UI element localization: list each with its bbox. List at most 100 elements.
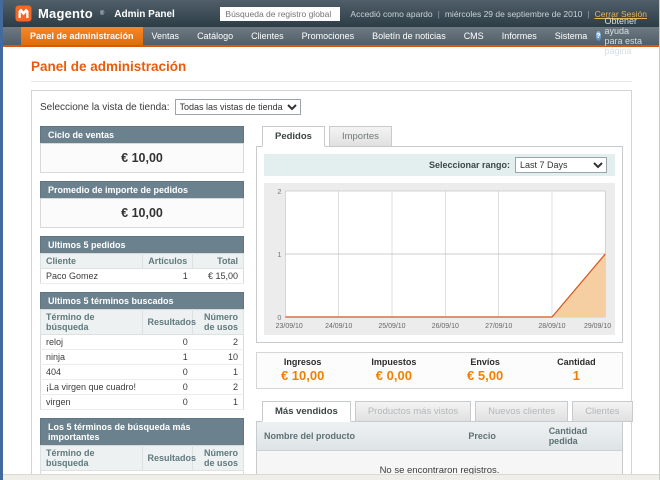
grid-empty-row: No se encontraron registros.	[257, 451, 622, 480]
table-row: reloj02	[41, 335, 244, 350]
main-nav-items: Panel de administraciónVentasCatálogoCli…	[21, 27, 596, 45]
table-cell: reloj	[41, 335, 143, 350]
column-header: Resultados	[142, 310, 193, 335]
average-order-block: Promedio de importe de pedidos € 10,00	[40, 181, 244, 228]
grid-empty-message: No se encontraron registros.	[257, 451, 622, 480]
svg-text:1: 1	[277, 250, 281, 259]
nav-item-boletin-de-noticias[interactable]: Boletín de noticias	[363, 27, 455, 45]
separator: |	[587, 9, 589, 19]
column-header: Artículos	[142, 254, 193, 269]
header-user-info: Accedió como apardo | miércoles 29 de se…	[350, 9, 647, 19]
grid-column-header: Cantidad pedida	[542, 422, 622, 451]
block-title: Promedio de importe de pedidos	[40, 181, 244, 198]
table-header-row: Término de búsquedaResultadosNúmero de u…	[41, 446, 244, 471]
store-view-select[interactable]: Todas las vistas de tienda	[175, 99, 301, 115]
table-cell: ¡La virgen que cuadro!	[41, 380, 143, 395]
table-cell: 0	[142, 335, 193, 350]
svg-text:25/09/10: 25/09/10	[378, 322, 405, 330]
total-label: Ingresos	[257, 357, 348, 367]
table-cell: 1	[142, 471, 193, 480]
tab-pedidos[interactable]: Pedidos	[262, 126, 325, 147]
sales-cycle-value: € 10,00	[40, 143, 244, 173]
svg-text:28/09/10: 28/09/10	[538, 322, 565, 330]
total-label: Envíos	[440, 357, 531, 367]
dashboard-main: PedidosImportes Seleccionar rango: Last …	[256, 126, 623, 480]
store-view-label: Seleccione la vista de tienda:	[40, 102, 170, 113]
nav-item-cms[interactable]: CMS	[455, 27, 493, 45]
header-date: miércoles 29 de septiembre de 2010	[445, 9, 583, 19]
table-cell: 1	[193, 365, 244, 380]
table-cell: 2	[193, 380, 244, 395]
separator: |	[438, 9, 440, 19]
dashboard-container: Seleccione la vista de tienda: Todas las…	[31, 90, 632, 480]
help-link[interactable]: ? Obtener ayuda para esta página	[596, 27, 659, 45]
column-header: Número de usos	[193, 446, 244, 471]
range-select[interactable]: Last 7 Days	[515, 157, 607, 173]
dashboard-chart: 01223/09/1024/09/1025/09/1026/09/1027/09…	[264, 183, 615, 335]
table-row: ¡La virgen que cuadro!02	[41, 380, 244, 395]
grid-column-header: Nombre del producto	[257, 422, 461, 451]
total-shipping: Envíos € 5,00	[440, 357, 531, 383]
tab-mas-vendidos[interactable]: Más vendidos	[262, 401, 351, 422]
last-orders-block: Ultimos 5 pedidos ClienteArtículosTotalP…	[40, 236, 244, 284]
grid-header-row: Nombre del productoPrecioCantidad pedida	[257, 422, 622, 451]
dashboard-sidebar: Ciclo de ventas € 10,00 Promedio de impo…	[40, 126, 244, 480]
total-quantity: Cantidad 1	[531, 357, 622, 383]
tab-productos-mas-vistos[interactable]: Productos más vistos	[355, 401, 471, 422]
svg-text:0: 0	[277, 313, 281, 322]
range-label: Seleccionar rango:	[429, 160, 510, 170]
column-header: Término de búsqueda	[41, 310, 143, 335]
range-bar: Seleccionar rango: Last 7 Days	[264, 154, 615, 176]
nav-item-promociones[interactable]: Promociones	[293, 27, 364, 45]
page-title: Panel de administración	[31, 59, 632, 82]
tab-importes[interactable]: Importes	[329, 126, 392, 147]
total-label: Cantidad	[531, 357, 622, 367]
dashboard-body: Ciclo de ventas € 10,00 Promedio de impo…	[32, 120, 631, 480]
table-cell: 1	[193, 395, 244, 410]
tab-nuevos-clientes[interactable]: Nuevos clientes	[475, 401, 568, 422]
tab-clientes[interactable]: Clientes	[572, 401, 632, 422]
nav-item-clientes[interactable]: Clientes	[242, 27, 293, 45]
svg-text:27/09/10: 27/09/10	[485, 322, 512, 330]
last-search-terms-table: Término de búsquedaResultadosNúmero de u…	[40, 309, 244, 410]
nav-item-catalogo[interactable]: Catálogo	[188, 27, 242, 45]
column-header: Cliente	[41, 254, 143, 269]
page-content: Panel de administración Seleccione la vi…	[3, 47, 659, 480]
total-value: 1	[531, 368, 622, 383]
global-search-input[interactable]	[220, 7, 340, 21]
table-cell: Paco Gomez	[41, 269, 143, 284]
svg-text:23/09/10: 23/09/10	[276, 322, 303, 330]
total-value: € 0,00	[348, 368, 439, 383]
brand: Magento® Admin Panel	[15, 5, 175, 22]
table-cell: ninja	[41, 350, 143, 365]
table-cell: 404	[41, 365, 143, 380]
nav-item-informes[interactable]: Informes	[493, 27, 546, 45]
table-cell: 10	[193, 471, 244, 480]
average-order-value: € 10,00	[40, 198, 244, 228]
nav-item-ventas[interactable]: Ventas	[143, 27, 189, 45]
nav-item-sistema[interactable]: Sistema	[546, 27, 597, 45]
table-cell: 0	[142, 395, 193, 410]
table-cell: 0	[142, 380, 193, 395]
table-cell: virgen	[41, 395, 143, 410]
nav-item-panel-de-administracion[interactable]: Panel de administración	[21, 27, 143, 45]
main-nav: Panel de administraciónVentasCatálogoCli…	[3, 27, 659, 47]
column-header: Número de usos	[193, 310, 244, 335]
help-icon: ?	[596, 31, 600, 41]
table-cell: 2	[193, 335, 244, 350]
last-orders-table: ClienteArtículosTotalPaco Gomez1€ 15,00	[40, 253, 244, 284]
top-search-terms-table: Término de búsquedaResultadosNúmero de u…	[40, 445, 244, 480]
svg-text:29/09/10: 29/09/10	[584, 322, 611, 330]
table-header-row: Término de búsquedaResultadosNúmero de u…	[41, 310, 244, 335]
chart-tabs: PedidosImportes	[256, 126, 623, 146]
block-title: Los 5 términos de búsqueda más important…	[40, 418, 244, 445]
brand-suffix: Admin Panel	[114, 9, 175, 20]
top-header: Magento® Admin Panel Accedió como apardo…	[3, 0, 659, 27]
column-header: Total	[193, 254, 244, 269]
report-tabs: Más vendidosProductos más vistosNuevos c…	[256, 401, 623, 421]
sales-cycle-block: Ciclo de ventas € 10,00	[40, 126, 244, 173]
block-title: Ciclo de ventas	[40, 126, 244, 143]
last-search-terms-block: Ultimos 5 términos buscados Término de b…	[40, 292, 244, 410]
block-title: Ultimos 5 términos buscados	[40, 292, 244, 309]
table-row: ninja110	[41, 471, 244, 480]
